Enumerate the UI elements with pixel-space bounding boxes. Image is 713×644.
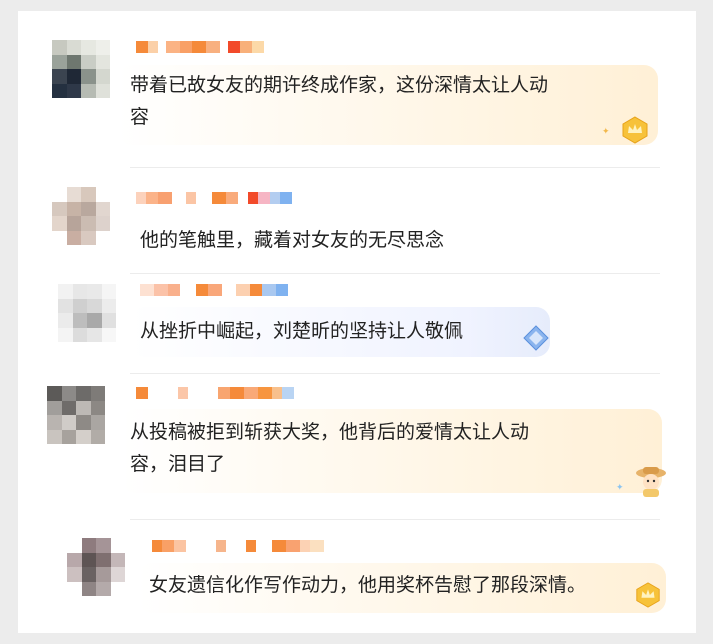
- avatar[interactable]: [67, 538, 125, 596]
- comment-text: 他的笔触里，藏着对女友的无尽思念: [140, 229, 445, 251]
- username-blurred[interactable]: [140, 284, 288, 296]
- username-blurred[interactable]: [136, 192, 292, 204]
- comment-text: 从投稿被拒到斩获大奖，他背后的爱情太让人动 容，泪目了: [130, 421, 530, 475]
- cartoon-avatar-icon: [632, 461, 670, 499]
- sparkle-icon: ✦: [616, 483, 624, 493]
- divider: [130, 373, 660, 374]
- comment-text: 女友遗信化作写作动力，他用奖杯告慰了那段深情。: [149, 574, 587, 596]
- username-blurred[interactable]: [152, 540, 324, 552]
- sparkle-icon: ✦: [602, 127, 610, 137]
- avatar[interactable]: [58, 284, 116, 342]
- username-blurred[interactable]: [136, 41, 264, 53]
- avatar[interactable]: [47, 386, 105, 444]
- blue-diamond-icon: [522, 324, 550, 352]
- username-blurred[interactable]: [136, 387, 294, 399]
- divider: [130, 519, 660, 520]
- comments-panel: 带着已故女友的期许终成作家，这份深情太让人动 容 ✦ 他的笔触里，藏着对女友的无…: [18, 11, 696, 633]
- gold-crown-icon: [620, 115, 650, 145]
- gold-crown-icon: [634, 581, 662, 609]
- avatar[interactable]: [52, 40, 110, 98]
- divider: [130, 273, 660, 274]
- comment-text: 带着已故女友的期许终成作家，这份深情太让人动 容: [130, 74, 549, 128]
- divider: [130, 167, 660, 168]
- avatar[interactable]: [52, 187, 110, 245]
